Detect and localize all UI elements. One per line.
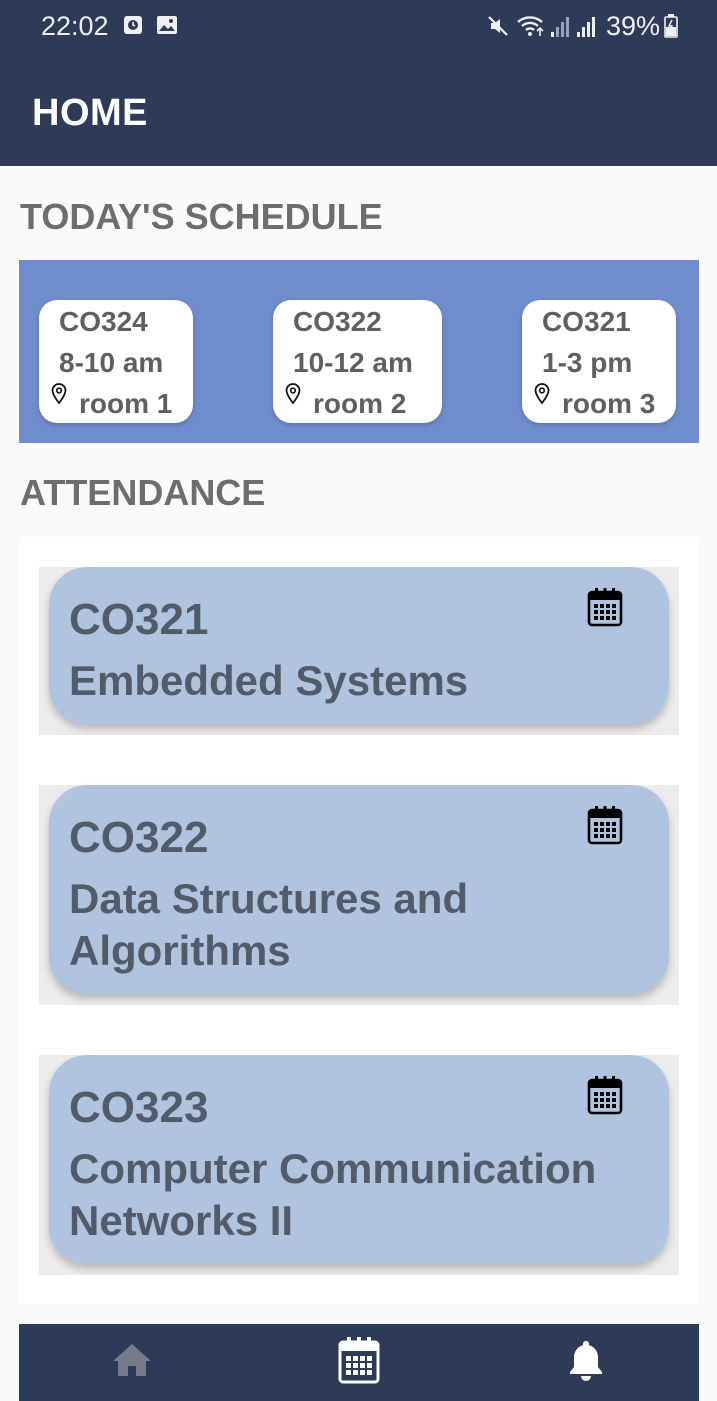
battery-percent: 39% — [606, 11, 661, 41]
bell-icon — [568, 1339, 604, 1386]
course-code: CO322 — [69, 813, 209, 862]
wifi-icon — [516, 14, 546, 43]
home-icon — [111, 1342, 153, 1383]
bottom-nav — [19, 1324, 699, 1401]
calendar-icon[interactable] — [587, 805, 623, 850]
course-name: Computer Communication Networks II — [69, 1145, 597, 1244]
location-pin-icon — [534, 380, 550, 412]
schedule-room: room 2 — [313, 388, 407, 419]
nav-notifications[interactable] — [541, 1324, 631, 1401]
schedule-card[interactable]: CO322 10-12 am room 2 — [273, 300, 442, 423]
location-pin-icon — [51, 380, 67, 412]
app-bar: 22:02 39% HOME — [0, 0, 717, 166]
schedule-course-code: CO324 — [59, 306, 148, 337]
schedule-course-code: CO322 — [293, 306, 382, 337]
schedule-card[interactable]: CO324 8-10 am room 1 — [39, 300, 193, 423]
status-bar: 22:02 39% — [0, 0, 717, 56]
course-name: Embedded Systems — [69, 657, 469, 704]
schedule-time: 8-10 am — [59, 347, 164, 378]
nav-calendar[interactable] — [314, 1324, 404, 1401]
schedule-strip[interactable]: CO324 8-10 am room 1 CO322 10-12 am room… — [19, 260, 699, 443]
schedule-room: room 1 — [79, 388, 173, 419]
schedule-room: room 3 — [562, 388, 656, 419]
signal-icon — [576, 14, 598, 43]
course-code: CO323 — [69, 1083, 209, 1132]
location-pin-icon — [285, 380, 301, 412]
course-card[interactable]: CO322 Data Structures and Algorithms — [49, 785, 669, 994]
status-time: 22:02 — [41, 11, 109, 41]
schedule-time: 10-12 am — [293, 347, 413, 378]
schedule-time: 1-3 pm — [542, 347, 633, 378]
schedule-heading: TODAY'S SCHEDULE — [20, 196, 383, 237]
course-name: Data Structures and Algorithms — [69, 875, 469, 974]
attendance-list: CO321 Embedded Systems CO322 Data Struct… — [19, 537, 699, 1304]
mute-icon — [486, 14, 510, 43]
calendar-icon[interactable] — [587, 587, 623, 632]
alarm-icon — [123, 15, 143, 40]
schedule-card[interactable]: CO321 1-3 pm room 3 — [522, 300, 676, 423]
course-card[interactable]: CO321 Embedded Systems — [49, 567, 669, 724]
course-item: CO321 Embedded Systems — [39, 567, 679, 735]
course-item: CO323 Computer Communication Networks II — [39, 1055, 679, 1275]
image-icon — [156, 15, 178, 40]
battery-icon — [664, 14, 678, 43]
course-item: CO322 Data Structures and Algorithms — [39, 785, 679, 1005]
attendance-heading: ATTENDANCE — [20, 472, 266, 513]
course-card[interactable]: CO323 Computer Communication Networks II — [49, 1055, 669, 1264]
calendar-icon — [337, 1336, 381, 1389]
course-code: CO321 — [69, 595, 209, 644]
nav-home[interactable] — [87, 1324, 177, 1401]
page-title: HOME — [32, 92, 148, 134]
signal-icon — [550, 14, 572, 43]
schedule-course-code: CO321 — [542, 306, 631, 337]
calendar-icon[interactable] — [587, 1075, 623, 1120]
